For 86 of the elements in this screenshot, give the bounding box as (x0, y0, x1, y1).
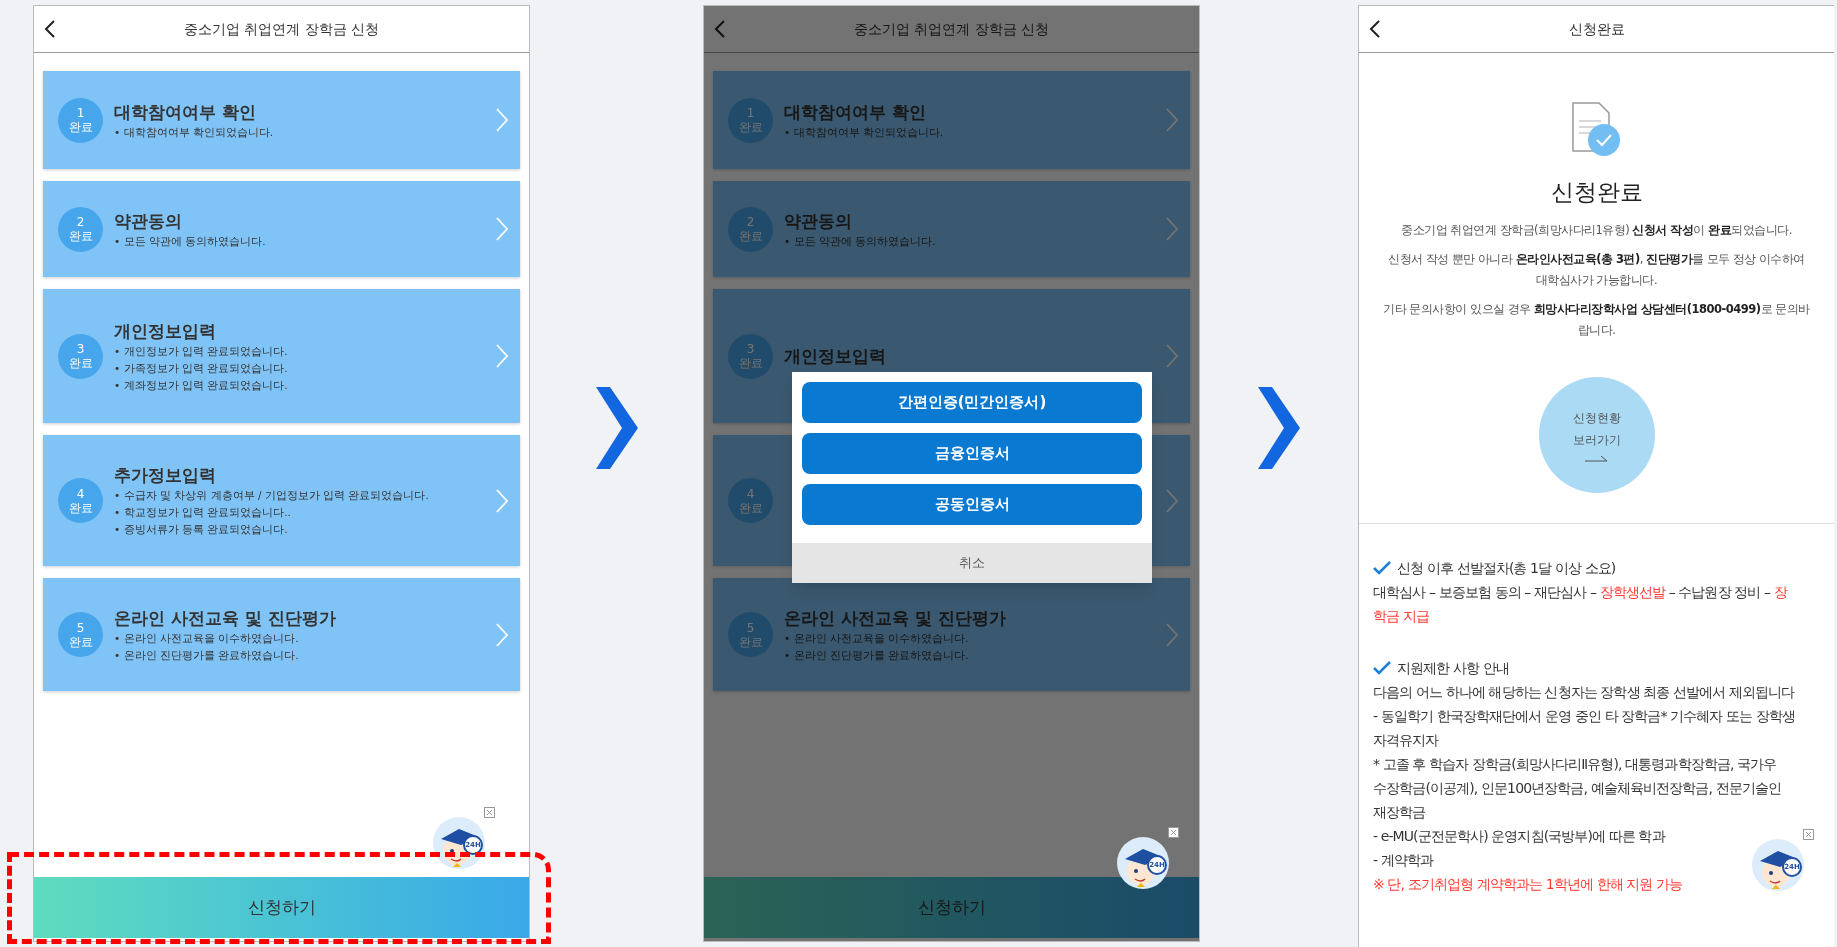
step-detail: • 온라인 사전교육을 이수하였습니다. (784, 630, 970, 646)
step-title: 추가정보입력 (114, 464, 217, 487)
back-icon[interactable] (44, 19, 56, 39)
section-text: - 계약학과 (1373, 850, 1434, 870)
close-icon[interactable] (1803, 829, 1814, 840)
chevron-right-icon (1166, 344, 1178, 368)
chevron-right-icon (1166, 622, 1178, 647)
section-text: - 동일학기 한국장학재단에서 운영 중인 타 장학금* 기수혜자 또는 장학생 (1373, 706, 1796, 726)
section-text: 자격유지자 (1373, 730, 1439, 750)
check-icon (1373, 560, 1391, 575)
section-text: 수장학금(이공계), 인문100년장학금, 예술체육비전장학금, 전문기술인 (1373, 778, 1782, 798)
step-badge: 4 완료 (728, 478, 773, 523)
step-detail: • 대학참여여부 확인되었습니다. (784, 124, 945, 140)
section-text: 다음의 어느 하나에 해당하는 신청자는 장학생 최종 선발에서 제외됩니다 (1373, 682, 1795, 702)
step-title: 개인정보입력 (784, 345, 887, 368)
page-title: 중소기업 취업연계 장학금 신청 (183, 19, 380, 39)
step-detail: • 계좌정보가 입력 완료되었습니다. (114, 377, 289, 393)
check-icon (1373, 660, 1391, 675)
chevron-right-icon (496, 108, 508, 132)
info-text: 기타 문의사항이 있으실 경우 희망사다리장학사업 상담센터(1800-0499)로 문의바 (1383, 300, 1810, 318)
section-title: 신청 이후 선발절차(총 1달 이상 소요) (1397, 558, 1616, 578)
section-text: ※ 단, 조기취업형 계약학과는 1학년에 한해 지원 가능 (1373, 874, 1683, 894)
cancel-button[interactable]: 취소 (792, 543, 1152, 583)
chevron-right-icon (1166, 488, 1178, 513)
close-icon[interactable] (1168, 827, 1179, 838)
step-detail: • 개인정보가 입력 완료되었습니다. (114, 343, 289, 359)
step-title: 온라인 사전교육 및 진단평가 (114, 606, 337, 630)
step-badge: 5 완료 (728, 612, 773, 657)
info-text: 랍니다. (1577, 321, 1616, 339)
step-detail: • 수급자 및 차상위 계층여부 / 기업정보가 입력 완료되었습니다. (114, 488, 430, 503)
step-detail: • 가족정보가 입력 완료되었습니다. (114, 360, 289, 376)
step-card[interactable]: 4 완료 추가정보입력 • 수급자 및 차상위 계층여부 / 기업정보가 입력 완료되었습니다. • 학교정보가 입력 완료되었습니다.. • 증빙서류가 등록 완료되었습니다. (43, 435, 520, 566)
step-detail: • 온라인 진단평가를 완료하였습니다. (114, 647, 300, 663)
auth-option-button[interactable]: 금융인증서 (802, 433, 1142, 474)
section-title: 지원제한 사항 안내 (1397, 658, 1509, 678)
step-badge: 2 완료 (58, 206, 103, 252)
info-text: 신청서 작성 뿐만 아니라 온라인사전교육(총 3편), 진단평가를 모두 정상 이수하여 (1388, 250, 1805, 268)
auth-option-button[interactable]: 간편인증(민간인증서) (802, 382, 1142, 423)
step-badge: 4 완료 (58, 478, 103, 523)
step-detail: • 학교정보가 입력 완료되었습니다.. (114, 505, 292, 520)
step-card[interactable]: 2 완료 약관동의 • 모든 약관에 동의하였습니다. (43, 181, 520, 277)
auth-option-button[interactable]: 공동인증서 (802, 484, 1142, 525)
step-detail: • 대학참여여부 확인되었습니다. (114, 124, 275, 140)
chevron-right-icon (496, 488, 508, 513)
section-text: - e-MU(군전문학사) 운영지침(국방부)에 따른 학과 (1373, 826, 1665, 846)
document-check-icon (1570, 101, 1623, 157)
chevron-right-icon (496, 344, 508, 368)
section-text: * 고졸 후 학습자 장학금(희망사다리Ⅱ유형), 대통령과학장학금, 국가우 (1373, 754, 1777, 774)
close-icon[interactable] (484, 807, 495, 818)
chevron-right-icon (496, 217, 508, 241)
page-title: 신청완료 (1568, 19, 1625, 39)
step-title: 대학참여여부 확인 (114, 100, 257, 124)
chevron-right-icon (1166, 217, 1178, 241)
section-text: 재장학금 (1373, 802, 1426, 822)
next-step-arrow-icon (1258, 387, 1300, 469)
step-card[interactable]: 5 완료 온라인 사전교육 및 진단평가 • 온라인 사전교육을 이수하였습니다. • 온라인 진단평가를 완료하였습니다. (43, 578, 520, 691)
status-button[interactable]: 신청현황 보러가기 (1538, 376, 1655, 493)
step-badge: 1 완료 (728, 97, 773, 143)
step-title: 약관동의 (784, 209, 853, 233)
step-card[interactable]: 1 완료 대학참여여부 확인 • 대학참여여부 확인되었습니다. (43, 71, 520, 169)
next-step-arrow-icon (595, 387, 638, 469)
step-badge: 5 완료 (58, 612, 103, 657)
completion-heading: 신청완료 (1550, 178, 1643, 207)
step-detail: • 온라인 사전교육을 이수하였습니다. (114, 630, 300, 646)
step-badge: 1 완료 (58, 97, 103, 143)
step-title: 대학참여여부 확인 (784, 100, 927, 124)
step-badge: 3 완료 (728, 333, 773, 379)
page-title: 중소기업 취업연계 장학금 신청 (853, 19, 1050, 39)
info-text: 대학심사가 가능합니다. (1535, 271, 1658, 289)
step-detail: • 모든 약관에 동의하였습니다. (114, 233, 267, 249)
step-badge: 3 완료 (58, 333, 103, 379)
section-text: 대학심사 – 보증보험 동의 – 재단심사 – 장학생선발 – 수납원장 정비 – 장 (1373, 582, 1787, 602)
chevron-right-icon (496, 622, 508, 647)
step-badge: 2 완료 (728, 206, 773, 252)
step-title: 개인정보입력 (114, 319, 217, 343)
step-card[interactable]: 3 완료 개인정보입력 • 개인정보가 입력 완료되었습니다. • 가족정보가 입력 완료되었습니다. • 계좌정보가 입력 완료되었습니다. (43, 289, 520, 423)
info-text: 중소기업 취업연계 장학금(희망사다리1유형) 신청서 작성이 완료되었습니다. (1401, 221, 1792, 239)
step-title: 약관동의 (114, 209, 183, 233)
step-title: 온라인 사전교육 및 진단평가 (784, 606, 1007, 630)
step-detail: • 증빙서류가 등록 완료되었습니다. (114, 522, 289, 537)
step-detail: • 모든 약관에 동의하였습니다. (784, 233, 937, 249)
chevron-right-icon (1166, 108, 1178, 132)
apply-button[interactable]: 신청하기 (34, 877, 529, 938)
back-icon[interactable] (1369, 19, 1381, 39)
step-detail: • 온라인 진단평가를 완료하였습니다. (784, 647, 970, 663)
section-text: 학금 지급 (1373, 606, 1429, 626)
